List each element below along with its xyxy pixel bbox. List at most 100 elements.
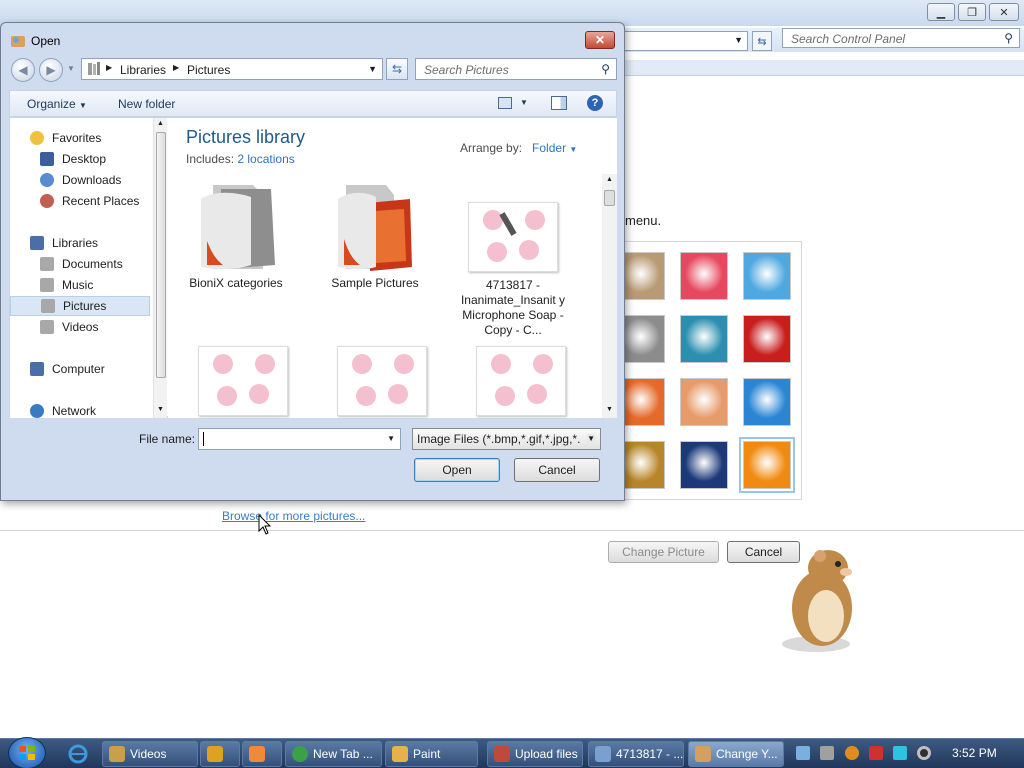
image-thumbnail [337, 346, 427, 416]
chevron-down-icon[interactable]: ▼ [368, 64, 377, 74]
open-button[interactable]: Open [414, 458, 500, 482]
gallery-thumb-sailboat[interactable] [743, 378, 791, 426]
preview-pane-icon[interactable] [551, 96, 567, 110]
open-dialog: Open ✕ ◀ ▶ ▼ ▶ Libraries ▶ Pictures ▼ ⇆ … [0, 22, 625, 501]
search-icon[interactable]: ⚲ [601, 62, 610, 76]
organize-button[interactable]: Organize ▼ [27, 97, 87, 111]
media-player-icon [207, 746, 223, 762]
nav-music[interactable]: Music [10, 275, 150, 295]
recent-locations-chevron-icon[interactable]: ▼ [67, 64, 75, 73]
folder-item[interactable]: BioniX categories [181, 178, 291, 291]
nav-pictures[interactable]: Pictures [10, 296, 150, 316]
locations-link[interactable]: 2 locations [237, 152, 294, 166]
file-name-input[interactable]: ▼ [198, 428, 401, 450]
nav-favorites[interactable]: Favorites [10, 128, 150, 148]
folder-item[interactable]: Sample Pictures [320, 178, 430, 291]
view-options-icon[interactable] [498, 97, 512, 109]
gallery-thumb-flower[interactable] [680, 252, 728, 300]
chevron-down-icon[interactable]: ▼ [387, 434, 395, 443]
desktop-icon [40, 152, 54, 166]
search-icon[interactable]: ⚲ [1004, 31, 1013, 45]
gallery-thumb-orange-daisy[interactable] [739, 437, 795, 493]
instruction-text: menu. [625, 213, 662, 228]
refresh-icon[interactable]: ⇆ [752, 31, 772, 51]
image-file-item[interactable] [327, 346, 437, 416]
system-clock[interactable]: 3:52 PM [952, 746, 997, 760]
scroll-up-icon[interactable]: ▲ [157, 120, 164, 127]
image-file-item[interactable] [188, 346, 298, 416]
videos-icon [40, 320, 54, 334]
taskbar-app[interactable] [242, 741, 282, 767]
image-file-item[interactable]: 4713817 - Inanimate_Insanit y Microphone… [458, 202, 568, 338]
nav-desktop[interactable]: Desktop [10, 149, 150, 169]
new-folder-button[interactable]: New folder [118, 97, 175, 111]
image-file-item[interactable] [466, 346, 576, 416]
dialog-close-button[interactable]: ✕ [585, 31, 615, 49]
scrollbar-thumb[interactable] [156, 132, 166, 378]
browse-pictures-link[interactable]: Browse for more pictures... [222, 509, 365, 523]
windows-logo-icon [19, 746, 35, 760]
tray-settings-icon[interactable] [820, 746, 834, 760]
nav-libraries[interactable]: Libraries [10, 233, 150, 253]
scroll-up-icon[interactable]: ▲ [606, 176, 613, 183]
dialog-search-input[interactable]: Search Pictures ⚲ [415, 58, 617, 80]
library-includes: Includes: 2 locations [186, 152, 295, 166]
back-arrow-icon: ◀ [18, 63, 28, 77]
arrange-by-dropdown[interactable]: Folder ▼ [532, 141, 577, 155]
back-button[interactable]: ◀ [11, 58, 35, 82]
scroll-down-icon[interactable]: ▼ [606, 406, 613, 413]
taskbar-videos[interactable]: Videos [102, 741, 198, 767]
tray-display-icon[interactable] [893, 746, 907, 760]
nav-downloads[interactable]: Downloads [10, 170, 150, 190]
breadcrumb-pictures[interactable]: Pictures [187, 63, 230, 77]
taskbar-upload-files[interactable]: Upload files [487, 741, 583, 767]
internet-explorer-icon[interactable] [66, 742, 90, 766]
gallery-thumb-lighthouse[interactable] [680, 441, 728, 489]
dialog-body: Favorites Desktop Downloads Recent Place… [9, 117, 617, 418]
dialog-cancel-button[interactable]: Cancel [514, 458, 600, 482]
change-picture-button[interactable]: Change Picture [608, 541, 719, 563]
gallery-thumb-stairs[interactable] [680, 315, 728, 363]
forward-button[interactable]: ▶ [39, 58, 63, 82]
taskbar-media-player[interactable] [200, 741, 240, 767]
maximize-button[interactable]: ❐ [958, 3, 986, 21]
gallery-thumb-ferris-wheel[interactable] [743, 252, 791, 300]
nav-computer[interactable]: Computer [10, 359, 150, 379]
hamster-desktop-pet[interactable] [776, 546, 862, 654]
gallery-thumb-origami-crane[interactable] [743, 315, 791, 363]
navigation-scrollbar[interactable]: ▲ ▼ [153, 118, 167, 418]
taskbar-image-viewer[interactable]: 4713817 - ... [588, 741, 684, 767]
help-icon[interactable]: ? [587, 95, 603, 111]
nav-network[interactable]: Network [10, 401, 150, 421]
dialog-address-bar[interactable]: ▶ Libraries ▶ Pictures ▼ [81, 58, 383, 80]
chevron-down-icon[interactable]: ▼ [734, 35, 743, 45]
breadcrumb-separator-icon[interactable]: ▶ [173, 63, 179, 72]
taskbar-change-picture[interactable]: Change Y... [688, 741, 784, 767]
file-type-filter[interactable]: Image Files (*.bmp,*.gif,*.jpg,*. ▼ [412, 428, 601, 450]
taskbar-chrome[interactable]: New Tab ... [285, 741, 382, 767]
control-panel-search-input[interactable]: Search Control Panel ⚲ [782, 28, 1020, 48]
gallery-thumb-ornament[interactable] [680, 378, 728, 426]
text-cursor [203, 432, 204, 446]
minimize-button[interactable]: ▁ [927, 3, 955, 21]
start-button[interactable] [8, 737, 46, 768]
chevron-down-icon[interactable]: ▼ [520, 98, 528, 107]
address-box[interactable]: ▼ [620, 31, 748, 51]
breadcrumb-separator-icon[interactable]: ▶ [106, 63, 112, 72]
scroll-down-icon[interactable]: ▼ [157, 406, 164, 413]
chevron-down-icon[interactable]: ▼ [587, 434, 595, 443]
close-button[interactable]: ✕ [989, 3, 1019, 21]
breadcrumb-libraries[interactable]: Libraries [120, 63, 166, 77]
tray-flag-icon[interactable] [869, 746, 883, 760]
tray-volume-icon[interactable] [917, 746, 931, 760]
scrollbar-thumb[interactable] [604, 190, 615, 206]
paint-icon [392, 746, 408, 762]
nav-recent-places[interactable]: Recent Places [10, 191, 150, 211]
taskbar-paint[interactable]: Paint [385, 741, 478, 767]
tray-app-icon[interactable] [796, 746, 810, 760]
nav-documents[interactable]: Documents [10, 254, 150, 274]
tray-search-icon[interactable] [845, 746, 859, 760]
refresh-button[interactable]: ⇆ [386, 58, 408, 80]
file-list-scrollbar[interactable]: ▲ ▼ [602, 174, 617, 418]
nav-videos[interactable]: Videos [10, 317, 150, 337]
